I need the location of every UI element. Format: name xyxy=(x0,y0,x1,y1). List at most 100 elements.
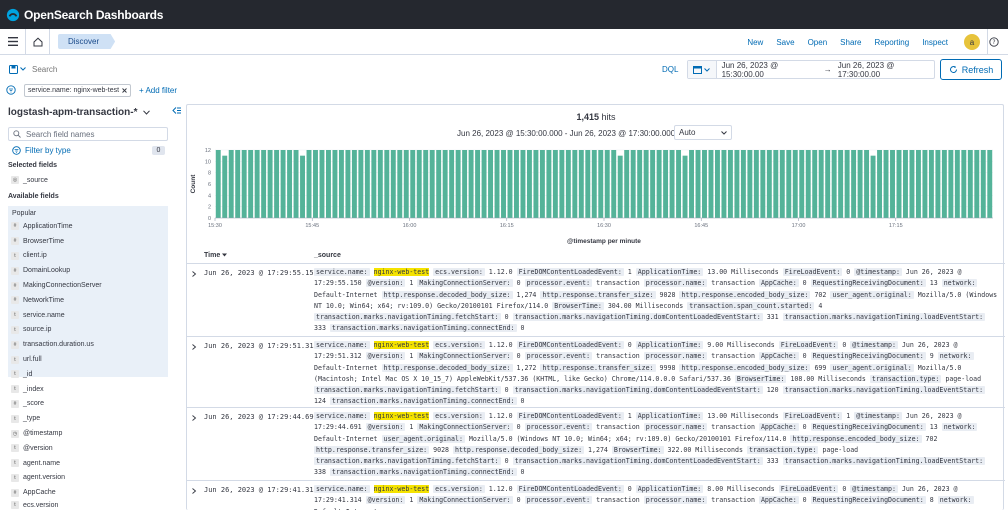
search-input[interactable] xyxy=(32,60,652,78)
field-item[interactable]: t _index xyxy=(8,382,168,397)
breadcrumb-discover[interactable]: Discover xyxy=(58,34,116,49)
field-type-icon: t xyxy=(11,414,19,423)
date-picker[interactable]: Jun 26, 2023 @ 15:30:00.00 → Jun 26, 202… xyxy=(687,60,935,79)
field-name: _id xyxy=(23,370,33,378)
field-item[interactable]: # _score xyxy=(8,397,168,412)
x-tick-label: 16:45 xyxy=(694,223,708,229)
field-item[interactable]: ◷ @timestamp xyxy=(8,426,168,441)
saved-queries-button[interactable] xyxy=(4,60,30,78)
field-name: service.name xyxy=(23,311,65,319)
interval-select[interactable]: Auto xyxy=(674,125,732,140)
field-search-input[interactable]: Search field names xyxy=(8,127,168,141)
reporting-link[interactable]: Reporting xyxy=(875,38,910,47)
open-link[interactable]: Open xyxy=(808,38,828,47)
field-name: AppCache xyxy=(23,489,56,497)
field-key: FireDOMContentLoadedEvent: xyxy=(516,341,624,349)
inspect-link[interactable]: Inspect xyxy=(922,38,948,47)
field-value: 0 xyxy=(802,279,807,288)
chevron-right-icon[interactable] xyxy=(191,415,197,421)
field-value: 1 xyxy=(846,412,851,420)
field-item[interactable]: t source.ip xyxy=(8,323,168,338)
filter-pill[interactable]: service.name: nginx-web-test xyxy=(24,84,132,97)
help-icon[interactable]: ? xyxy=(989,37,999,47)
refresh-label: Refresh xyxy=(961,64,994,75)
field-value: 120 xyxy=(766,386,779,395)
query-language-toggle[interactable]: DQL xyxy=(662,65,678,74)
menu-button[interactable] xyxy=(0,28,26,55)
field-key: @timestamp: xyxy=(850,485,898,493)
table-row[interactable]: Jun 26, 2023 @ 17:29:41.314 service.name:… xyxy=(187,480,1005,510)
date-start[interactable]: Jun 26, 2023 @ 15:30:00.00 xyxy=(722,61,818,79)
field-key: http.response.encoded_body_size: xyxy=(679,363,811,372)
field-item[interactable]: # NetworkTime xyxy=(8,293,168,308)
field-item[interactable]: # transaction.duration.us xyxy=(8,337,168,352)
field-value: 333 xyxy=(766,457,779,466)
histogram-bar xyxy=(948,150,954,218)
field-item[interactable]: # MakingConnectionServer xyxy=(8,278,168,293)
column-header-time[interactable]: Time xyxy=(204,252,228,259)
histogram-bar xyxy=(915,150,921,218)
table-row[interactable]: Jun 26, 2023 @ 17:29:55.150 service.name:… xyxy=(187,263,1005,336)
field-item[interactable]: t @version xyxy=(8,441,168,456)
histogram-bar xyxy=(449,150,455,218)
field-item[interactable]: t client.ip xyxy=(8,249,168,264)
save-link[interactable]: Save xyxy=(776,38,794,47)
field-item[interactable]: # DomainLookup xyxy=(8,263,168,278)
histogram-bar xyxy=(727,150,733,218)
field-key: http.response.encoded_body_size: xyxy=(679,290,811,299)
histogram-bar xyxy=(416,150,422,218)
add-filter-button[interactable]: + Add filter xyxy=(139,86,177,95)
field-value: Default-Internet xyxy=(314,434,378,443)
new-link[interactable]: New xyxy=(747,38,763,47)
field-type-icon: # xyxy=(11,222,19,231)
field-item[interactable]: t service.name xyxy=(8,308,168,323)
field-value: 0 xyxy=(627,485,632,493)
field-item[interactable]: t url.full xyxy=(8,352,168,367)
date-end[interactable]: Jun 26, 2023 @ 17:30:00.00 xyxy=(838,61,934,79)
histogram-bar xyxy=(358,150,364,218)
histogram-bar xyxy=(462,150,468,218)
share-link[interactable]: Share xyxy=(840,38,861,47)
home-button[interactable] xyxy=(26,28,50,55)
column-time-label: Time xyxy=(204,252,221,259)
field-item[interactable]: t _id xyxy=(8,367,168,382)
field-value: 0 xyxy=(516,352,521,361)
user-avatar[interactable]: a xyxy=(964,34,980,50)
field-value: 333 xyxy=(314,324,326,333)
field-type-icon: t xyxy=(11,311,19,320)
hamburger-icon xyxy=(7,37,18,46)
field-key: FireDOMContentLoadedEvent: xyxy=(516,485,624,493)
index-pattern-selector[interactable]: logstash-apm-transaction-* xyxy=(8,107,151,118)
close-icon[interactable] xyxy=(122,88,127,93)
histogram-bar xyxy=(300,155,305,218)
field-item[interactable]: # BrowserTime xyxy=(8,234,168,249)
chevron-right-icon[interactable] xyxy=(191,271,197,277)
refresh-button[interactable]: Refresh xyxy=(940,59,1002,80)
popular-label: Popular xyxy=(12,210,37,217)
field-type-icon: # xyxy=(11,281,19,290)
table-row[interactable]: Jun 26, 2023 @ 17:29:44.691 service.name:… xyxy=(187,407,1005,480)
field-item[interactable]: # ApplicationTime xyxy=(8,219,168,234)
field-value: 13 xyxy=(929,423,938,432)
table-row[interactable]: Jun 26, 2023 @ 17:29:51.312 service.name:… xyxy=(187,336,1005,407)
filter-by-type-button[interactable]: Filter by type xyxy=(12,146,71,155)
field-value: 1,274 xyxy=(516,290,537,299)
collapse-sidebar-icon[interactable] xyxy=(172,106,181,115)
chevron-right-icon[interactable] xyxy=(191,344,197,350)
field-value: transaction xyxy=(596,496,640,505)
field-item[interactable]: t ecs.version xyxy=(8,498,168,510)
filter-options-icon[interactable] xyxy=(6,85,16,95)
histogram-bar xyxy=(248,150,254,218)
field-item[interactable]: t agent.name xyxy=(8,456,168,471)
field-item[interactable]: t _type xyxy=(8,411,168,426)
calendar-icon xyxy=(693,66,703,74)
chevron-right-icon[interactable] xyxy=(191,488,197,494)
field-name: MakingConnectionServer xyxy=(23,282,102,290)
doc-timestamp: Jun 26, 2023 @ 17:29:41.314 xyxy=(204,486,318,494)
histogram-bar xyxy=(293,150,299,218)
field-item[interactable]: t agent.version xyxy=(8,471,168,486)
field-value: 0 xyxy=(520,397,525,406)
quick-select-button[interactable] xyxy=(688,61,717,78)
field-item-source[interactable]: ◎ _source xyxy=(8,173,168,188)
app-title[interactable]: OpenSearch Dashboards xyxy=(24,8,163,22)
